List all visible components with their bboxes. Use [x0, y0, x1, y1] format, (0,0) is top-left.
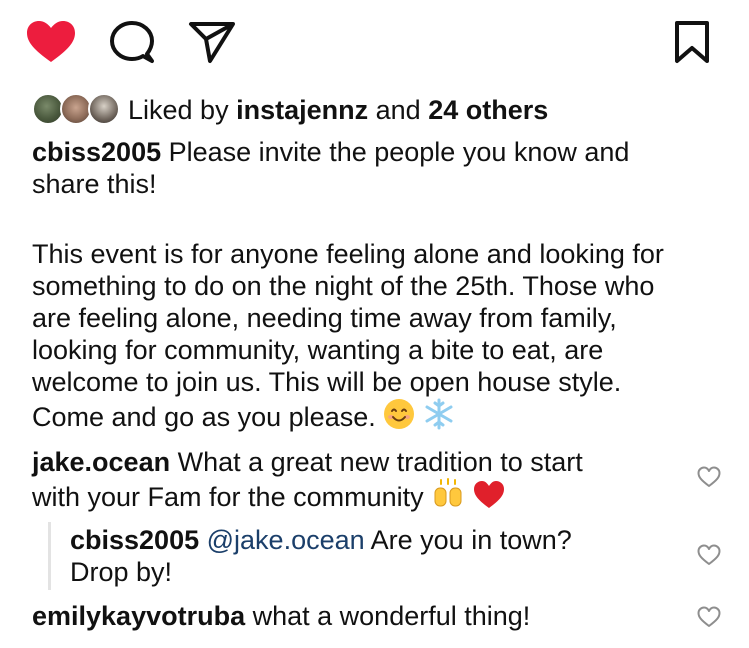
- caption-line: Come and go as you please.: [32, 398, 455, 437]
- comment-line: emilykayvotruba what a wonderful thing!: [32, 600, 530, 632]
- heart-outline-icon: [697, 606, 721, 627]
- caption-line: something to do on the night of the 25th…: [32, 271, 655, 301]
- like-comment-button[interactable]: [697, 606, 721, 628]
- comment-text: What a great new tradition to start: [170, 447, 583, 477]
- caption-line: are feeling alone, needing time away fro…: [32, 303, 617, 333]
- avatar: [88, 93, 120, 125]
- caption-line: cbiss2005 Please invite the people you k…: [32, 136, 629, 168]
- reply-line: Drop by!: [70, 557, 173, 587]
- liker-avatars[interactable]: [32, 93, 120, 127]
- reply-thread-line: [48, 522, 51, 590]
- heart-filled-icon: [27, 21, 75, 62]
- send-icon: [189, 22, 235, 63]
- caption-line: looking for community, wanting a bite to…: [32, 335, 604, 365]
- likes-others-link[interactable]: 24 others: [428, 95, 548, 125]
- liker-username[interactable]: instajennz: [236, 95, 368, 125]
- like-comment-button[interactable]: [697, 544, 721, 566]
- caption-text: Come and go as you please.: [32, 402, 376, 432]
- comment-line: jake.ocean What a great new tradition to…: [32, 446, 583, 478]
- comment-username[interactable]: jake.ocean: [32, 447, 170, 477]
- red-heart-emoji: [473, 480, 505, 517]
- heart-outline-icon: [697, 466, 721, 487]
- reply-username[interactable]: cbiss2005: [70, 525, 199, 555]
- reply-mention[interactable]: @jake.ocean: [207, 525, 365, 555]
- comment-text: with your Fam for the community: [32, 482, 424, 512]
- bookmark-icon: [675, 21, 709, 63]
- heart-outline-icon: [697, 544, 721, 565]
- caption-line: share this!: [32, 169, 157, 199]
- like-comment-button[interactable]: [697, 466, 721, 488]
- comment-button[interactable]: [109, 20, 155, 66]
- caption-text: Please invite the people you know and: [161, 137, 630, 167]
- share-button[interactable]: [188, 20, 236, 64]
- raising-hands-emoji: [431, 478, 465, 517]
- snowflake-emoji: [423, 398, 455, 437]
- like-button[interactable]: [26, 20, 76, 64]
- likes-summary[interactable]: Liked by instajennz and 24 others: [32, 90, 548, 130]
- caption-line: This event is for anyone feeling alone a…: [32, 239, 664, 269]
- smiling-face-emoji: [383, 398, 415, 437]
- comment-icon: [110, 21, 154, 63]
- reply-line: cbiss2005 @jake.ocean Are you in town?: [70, 524, 572, 556]
- caption-username[interactable]: cbiss2005: [32, 137, 161, 167]
- likes-text: Liked by instajennz and 24 others: [128, 95, 548, 126]
- comment-username[interactable]: emilykayvotruba: [32, 601, 245, 631]
- likes-prefix: Liked by: [128, 94, 229, 125]
- comment-text: what a wonderful thing!: [245, 601, 531, 631]
- caption-line: welcome to join us. This will be open ho…: [32, 367, 622, 397]
- save-button[interactable]: [674, 20, 710, 64]
- likes-connector: and: [375, 94, 421, 125]
- comment-line: with your Fam for the community: [32, 478, 505, 517]
- reply-text: Are you in town?: [364, 525, 572, 555]
